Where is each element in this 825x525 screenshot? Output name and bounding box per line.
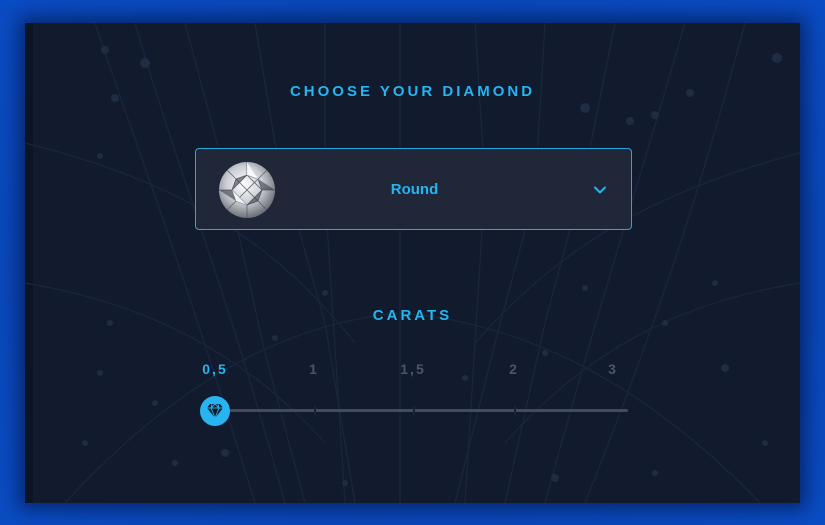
slider-tick-mark bbox=[413, 406, 415, 415]
slider-tick-mark bbox=[314, 406, 316, 415]
carat-tick-0-5[interactable]: 0,5 bbox=[202, 361, 227, 377]
diamond-configurator-card: CHOOSE YOUR DIAMOND Round CARATS 0,5 1 1… bbox=[25, 23, 800, 503]
slider-tick-mark bbox=[514, 406, 516, 415]
carat-tick-3[interactable]: 3 bbox=[608, 361, 618, 377]
diamond-icon bbox=[207, 403, 223, 419]
selected-shape-label: Round bbox=[390, 181, 439, 198]
diamond-shape-dropdown[interactable]: Round bbox=[195, 148, 632, 230]
chevron-down-icon[interactable] bbox=[593, 183, 607, 197]
page-title: CHOOSE YOUR DIAMOND bbox=[289, 83, 536, 100]
carat-slider-handle[interactable] bbox=[200, 396, 230, 426]
carats-title: CARATS bbox=[372, 307, 453, 324]
carat-tick-1-5[interactable]: 1,5 bbox=[400, 361, 425, 377]
carat-tick-2[interactable]: 2 bbox=[509, 361, 519, 377]
carat-slider-track[interactable] bbox=[215, 409, 628, 412]
carat-tick-1[interactable]: 1 bbox=[309, 361, 319, 377]
